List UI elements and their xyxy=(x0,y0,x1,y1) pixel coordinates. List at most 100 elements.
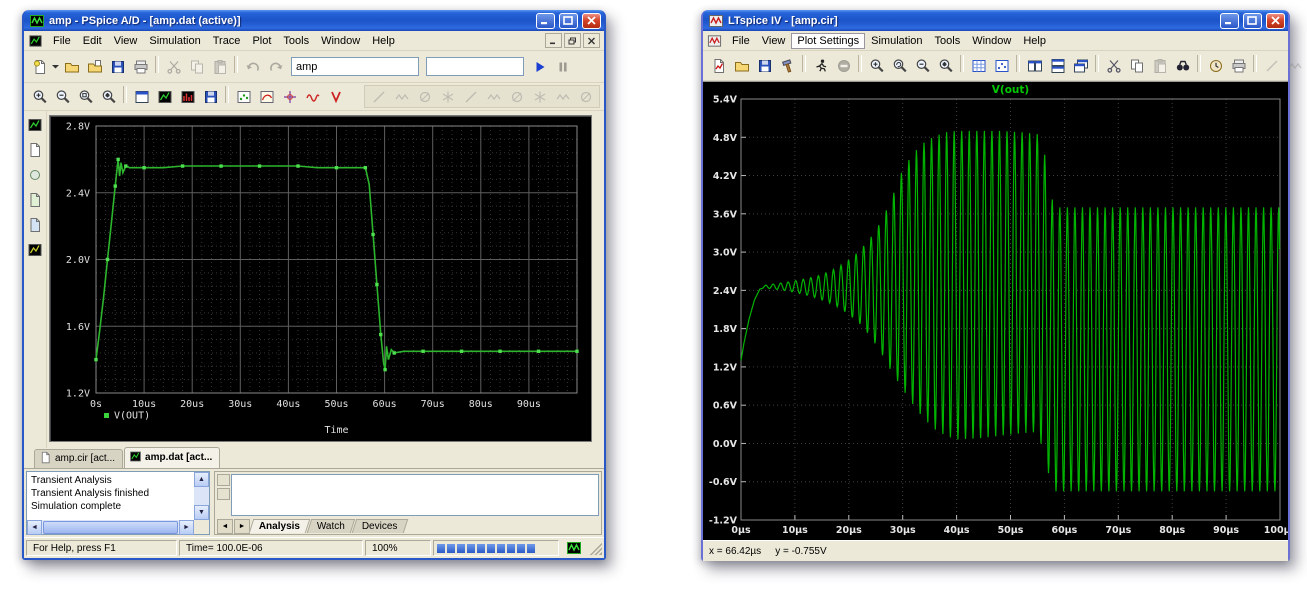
watch-mini-button-1[interactable] xyxy=(217,474,230,486)
grid-button[interactable] xyxy=(967,55,990,76)
log-x-axis-button[interactable] xyxy=(153,86,176,107)
cursor-y-readout: y = -0.755V xyxy=(775,546,826,557)
run-button[interactable] xyxy=(809,55,832,76)
run-button[interactable] xyxy=(528,56,551,77)
tab-scroll-left-icon[interactable]: ◄ xyxy=(217,519,233,534)
print-button[interactable] xyxy=(129,56,152,77)
output-tab-analysis[interactable]: Analysis xyxy=(249,519,311,533)
scrollbar-thumb[interactable] xyxy=(43,521,178,534)
zoom-fit-button[interactable] xyxy=(97,86,120,107)
pspice-plot-svg[interactable]: 0s10us20us30us40us50us60us70us80us90us2.… xyxy=(50,116,589,439)
close-button[interactable] xyxy=(582,13,601,29)
green-chart-icon[interactable] xyxy=(25,115,46,135)
zoom-full-button[interactable] xyxy=(934,55,957,76)
blue-page-icon[interactable] xyxy=(25,215,46,235)
mdi-close-button[interactable] xyxy=(583,33,600,48)
scroll-up-icon[interactable]: ▲ xyxy=(194,472,209,487)
fourier-button[interactable] xyxy=(176,86,199,107)
new-schematic-button[interactable] xyxy=(707,55,730,76)
output-tab-devices[interactable]: Devices xyxy=(352,519,408,533)
tile-vertical-button[interactable] xyxy=(1023,55,1046,76)
horizontal-scrollbar[interactable]: ◄ ► xyxy=(27,520,194,534)
watch-list-box[interactable] xyxy=(231,474,599,516)
copy-button[interactable] xyxy=(1125,55,1148,76)
zoom-out-button[interactable] xyxy=(51,86,74,107)
zoom-area-button[interactable] xyxy=(74,86,97,107)
control-panel-button[interactable] xyxy=(776,55,799,76)
maximize-button[interactable] xyxy=(1243,13,1262,29)
output-tab-watch[interactable]: Watch xyxy=(307,519,356,533)
menu-file[interactable]: File xyxy=(726,33,756,49)
menu-view[interactable]: View xyxy=(108,33,144,49)
gray-page-icon[interactable] xyxy=(25,140,46,160)
display-control-button[interactable] xyxy=(199,86,222,107)
vertical-scrollbar[interactable]: ▲ ▼ xyxy=(194,472,209,520)
ltspice-waveform-plot[interactable]: 0µs10µs20µs30µs40µs50µs60µs70µs80µs90µs1… xyxy=(703,81,1288,540)
find-button[interactable] xyxy=(1171,55,1194,76)
doc-tab-amp-cir[interactable]: amp.cir [act... xyxy=(34,449,123,468)
ltspice-plot-svg[interactable]: 0µs10µs20µs30µs40µs50µs60µs70µs80µs90µs1… xyxy=(703,82,1288,537)
menu-plot[interactable]: Plot xyxy=(246,33,277,49)
menu-tools[interactable]: Tools xyxy=(277,33,315,49)
menu-tools[interactable]: Tools xyxy=(929,33,967,49)
open-simulation-button[interactable] xyxy=(83,56,106,77)
menu-help[interactable]: Help xyxy=(1017,33,1052,49)
mark-points-button[interactable] xyxy=(990,55,1013,76)
menu-window[interactable]: Window xyxy=(966,33,1017,49)
menu-view[interactable]: View xyxy=(756,33,792,49)
menu-simulation[interactable]: Simulation xyxy=(865,33,928,49)
maximize-button[interactable] xyxy=(559,13,578,29)
save-button[interactable] xyxy=(106,56,129,77)
menu-help[interactable]: Help xyxy=(366,33,401,49)
menu-window[interactable]: Window xyxy=(315,33,366,49)
plot-window-button[interactable] xyxy=(130,86,153,107)
trace-add-button[interactable] xyxy=(301,86,324,107)
cascade-button[interactable] xyxy=(1069,55,1092,76)
autorange-button[interactable] xyxy=(1204,55,1227,76)
scroll-down-icon[interactable]: ▼ xyxy=(194,505,209,520)
cursor-toggle-button[interactable] xyxy=(278,86,301,107)
zoom-in-button[interactable] xyxy=(28,86,51,107)
cut-button[interactable] xyxy=(1102,55,1125,76)
menu-trace[interactable]: Trace xyxy=(207,33,247,49)
tile-horizontal-button[interactable] xyxy=(1046,55,1069,76)
performance-analysis-button[interactable] xyxy=(255,86,278,107)
mdi-restore-button[interactable] xyxy=(564,33,581,48)
pspice-waveform-plot[interactable]: 0s10us20us30us40us50us60us70us80us90us2.… xyxy=(49,115,592,442)
secondary-combo[interactable] xyxy=(426,57,524,76)
resize-grip[interactable] xyxy=(589,541,602,555)
print-button[interactable] xyxy=(1227,55,1250,76)
ltspice-titlebar[interactable]: LTspice IV - [amp.cir] xyxy=(703,10,1288,31)
watch-mini-button-2[interactable] xyxy=(217,488,230,500)
scroll-left-icon[interactable]: ◄ xyxy=(27,520,42,535)
tab-scroll-right-icon[interactable]: ► xyxy=(234,519,250,534)
zoom-out-button[interactable] xyxy=(911,55,934,76)
menu-file[interactable]: File xyxy=(47,33,77,49)
new-simulation-button[interactable] xyxy=(28,56,51,77)
menu-edit[interactable]: Edit xyxy=(77,33,108,49)
mdi-minimize-button[interactable] xyxy=(545,33,562,48)
mark-voltage-button[interactable] xyxy=(324,86,347,107)
open-file-button[interactable] xyxy=(60,56,83,77)
mark-data-points-button[interactable] xyxy=(232,86,255,107)
pspice-titlebar[interactable]: amp - PSpice A/D - [amp.dat (active)] xyxy=(24,10,604,31)
zoom-back-button[interactable] xyxy=(888,55,911,76)
undo-button xyxy=(241,56,264,77)
doc-tab-amp-dat[interactable]: amp.dat [act... xyxy=(124,447,220,468)
menu-plot-settings[interactable]: Plot Settings xyxy=(791,33,865,49)
minimize-button[interactable] xyxy=(1220,13,1239,29)
yellow-chart-icon[interactable] xyxy=(25,240,46,260)
menu-simulation[interactable]: Simulation xyxy=(143,33,206,49)
open-button[interactable] xyxy=(730,55,753,76)
green-page-icon[interactable] xyxy=(25,190,46,210)
pspice-menubar: FileEditViewSimulationTracePlotToolsWind… xyxy=(24,31,604,51)
simulation-profile-combo[interactable]: amp xyxy=(291,57,419,76)
close-button[interactable] xyxy=(1266,13,1285,29)
progress-segment xyxy=(497,544,505,553)
minimize-button[interactable] xyxy=(536,13,555,29)
scroll-right-icon[interactable]: ► xyxy=(179,520,194,535)
dropdown-arrow-icon[interactable] xyxy=(51,56,60,75)
save-button[interactable] xyxy=(753,55,776,76)
circle-icon[interactable] xyxy=(25,165,46,185)
zoom-in-button[interactable] xyxy=(865,55,888,76)
